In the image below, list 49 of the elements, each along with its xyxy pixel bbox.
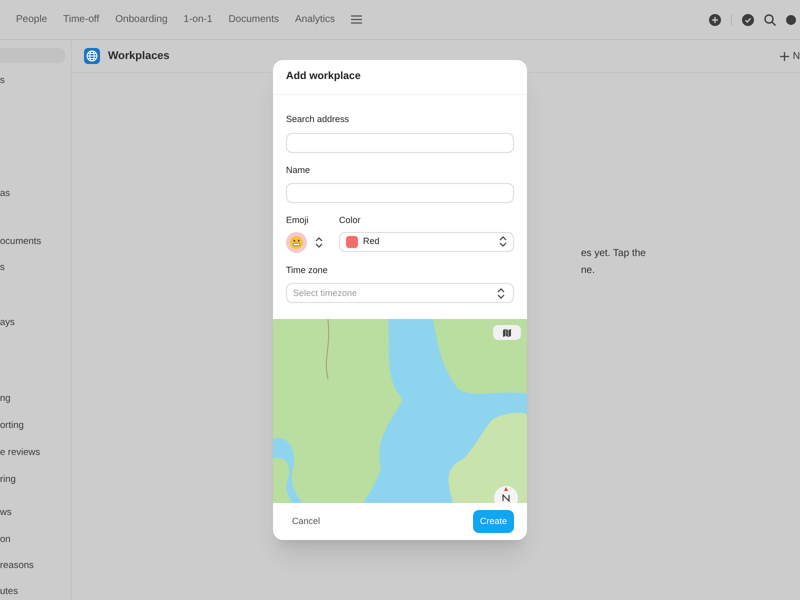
empty-state-text: es yet. Tap the — [581, 247, 647, 261]
nav-link[interactable]: Onboarding — [107, 12, 176, 27]
sidebar-item[interactable]: reasons — [0, 558, 71, 574]
nav-link[interactable]: Time-off — [55, 12, 108, 27]
sidebar-item[interactable]: orting — [0, 418, 71, 434]
dialog-title: Add workplace — [286, 69, 361, 84]
avatar-icon[interactable] — [786, 14, 796, 26]
plus-icon — [780, 52, 789, 60]
sidebar-item[interactable]: ws — [0, 505, 71, 521]
compass-icon[interactable] — [493, 485, 519, 503]
up-down-chevron-icon — [497, 288, 505, 299]
color-select[interactable]: Red — [339, 232, 514, 252]
sidebar-item[interactable]: ng — [0, 392, 71, 407]
map-icon — [503, 328, 511, 336]
timezone-select[interactable]: Select timezone — [286, 283, 514, 303]
nav-link[interactable]: People — [8, 12, 56, 27]
new-button[interactable]: N — [780, 48, 800, 64]
menu-icon[interactable] — [351, 15, 362, 24]
up-down-chevron-icon — [315, 236, 323, 248]
sidebar-item[interactable]: s — [0, 73, 71, 88]
name-field[interactable] — [286, 183, 514, 203]
plus-circle-icon[interactable] — [709, 14, 721, 26]
grimacing-face-icon — [286, 232, 307, 252]
map-mode-button[interactable] — [493, 325, 521, 340]
field-label: Search address — [286, 113, 350, 126]
globe-icon — [84, 48, 100, 64]
sidebar-item[interactable]: utes — [0, 584, 71, 600]
field-label: Time zone — [286, 264, 329, 276]
field-label: Emoji — [286, 214, 310, 227]
field-label: Name — [286, 164, 312, 176]
empty-state-text: ne. — [581, 264, 596, 278]
sidebar-item[interactable]: ocuments — [0, 234, 71, 250]
search-address-field[interactable] — [286, 132, 514, 152]
cancel-button[interactable]: Cancel — [286, 510, 326, 534]
up-down-chevron-icon — [499, 236, 507, 247]
page-title: Workplaces — [108, 48, 170, 64]
field-label: Color — [339, 214, 362, 227]
emoji-picker[interactable] — [286, 232, 323, 252]
check-circle-icon[interactable] — [742, 14, 754, 26]
sidebar-item[interactable]: ring — [0, 472, 71, 488]
nav-link[interactable]: Analytics — [287, 12, 344, 27]
nav-link[interactable]: 1-on-1 — [176, 12, 220, 27]
sidebar-item[interactable]: s — [0, 260, 71, 276]
sidebar-item[interactable]: e reviews — [0, 445, 71, 460]
sidebar-item[interactable]: as — [0, 186, 71, 202]
nav-link[interactable]: Documents — [220, 12, 288, 27]
sidebar-item[interactable]: on — [0, 532, 71, 548]
sidebar-item[interactable]: ays — [0, 316, 71, 331]
search-icon[interactable] — [764, 14, 776, 26]
